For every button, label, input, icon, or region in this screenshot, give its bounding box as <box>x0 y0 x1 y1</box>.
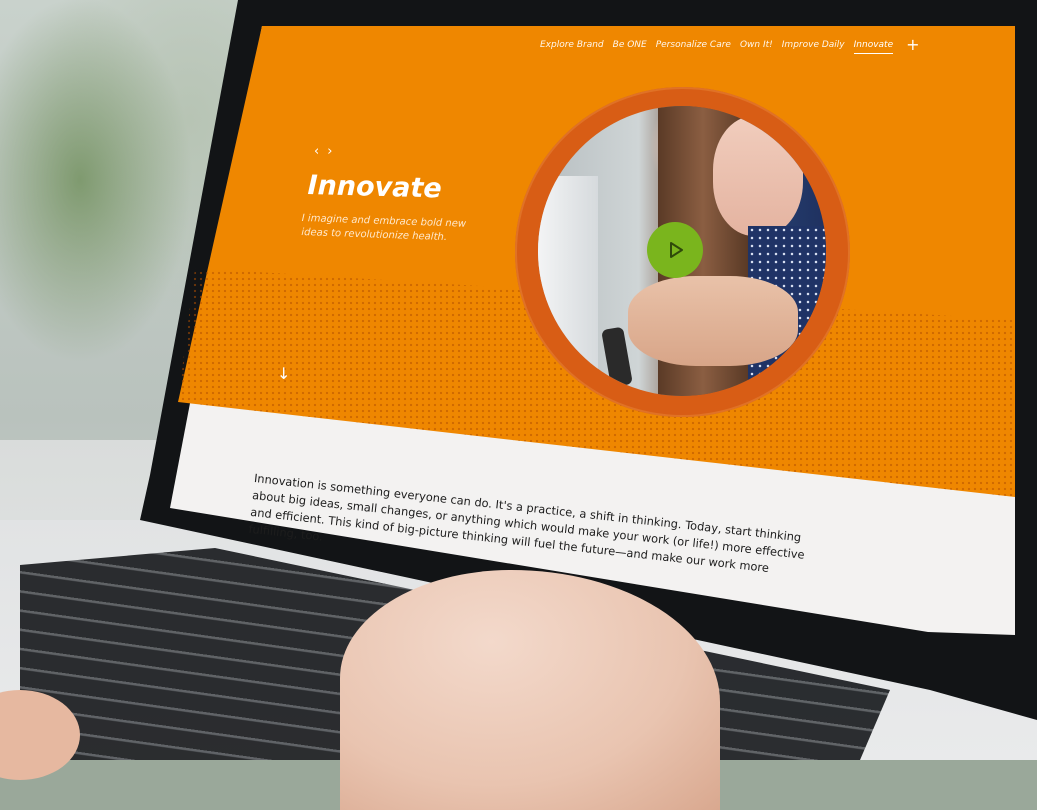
plus-icon[interactable]: + <box>906 37 919 54</box>
photo-hand <box>628 276 798 366</box>
nav-item-personalize-care[interactable]: Personalize Care <box>656 40 731 54</box>
nav-item-innovate[interactable]: Innovate <box>853 40 894 54</box>
page-title: Innovate <box>307 170 443 205</box>
arrow-down-icon[interactable]: ↓ <box>277 364 290 383</box>
nav-item-improve-daily[interactable]: Improve Daily <box>782 40 845 54</box>
slide-arrows: ‹› <box>314 144 340 159</box>
top-nav: Explore Brand Be ONE Personalize Care Ow… <box>540 37 920 54</box>
chevron-right-icon[interactable]: › <box>327 144 340 159</box>
nav-item-explore-brand[interactable]: Explore Brand <box>540 40 604 54</box>
photo-coat <box>538 176 598 396</box>
nav-item-own-it[interactable]: Own It! <box>740 40 773 54</box>
nav-item-be-one[interactable]: Be ONE <box>613 40 647 54</box>
photo-face <box>713 116 803 236</box>
chevron-left-icon[interactable]: ‹ <box>314 144 327 159</box>
play-button[interactable] <box>647 222 703 278</box>
play-icon <box>670 242 683 258</box>
